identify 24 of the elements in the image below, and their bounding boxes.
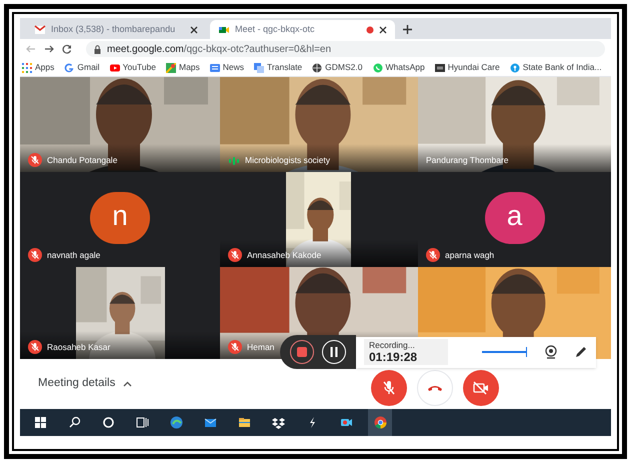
avatar: n <box>90 192 150 244</box>
address-field[interactable]: meet.google.com/qgc-bkqx-otc?authuser=0&hl=en <box>86 41 605 57</box>
recording-timer: 01:19:28 <box>369 351 418 364</box>
bookmark-item[interactable]: Maps <box>166 61 200 74</box>
avatar: a <box>484 192 544 244</box>
participant-name: Raosaheb Kasar <box>47 340 110 354</box>
url-text: meet.google.com/qgc-bkqx-otc?authuser=0&hl=en <box>107 42 332 56</box>
browser-tab[interactable]: Inbox (3,538) - thombarepandu <box>26 20 206 39</box>
bookmark-item[interactable]: News <box>210 61 244 74</box>
participant-name: Chandu Potangale <box>47 154 118 166</box>
bookmark-item[interactable]: GDMS2.0 <box>312 61 362 74</box>
participant-name: navnath agale <box>47 248 100 262</box>
bookmark-item[interactable]: Translate <box>254 61 302 74</box>
browser-tab[interactable]: Meet - qgc-bkqx-otc <box>210 20 395 39</box>
meeting-details-button[interactable]: Meeting details <box>20 375 132 393</box>
participant-name: aparna wagh <box>445 248 494 262</box>
bookmark-item[interactable]: Apps <box>22 61 54 74</box>
participant-name: Heman <box>247 340 274 354</box>
bookmark-item[interactable]: Gmail <box>64 61 100 74</box>
bookmark-item[interactable]: Hyundai Care <box>434 61 500 74</box>
recording-label: Recording... <box>369 340 416 350</box>
bookmark-item[interactable]: WhatsApp <box>372 61 425 74</box>
bookmark-item[interactable]: YouTube <box>110 61 156 74</box>
bookmark-item[interactable]: State Bank of India... <box>510 61 602 74</box>
